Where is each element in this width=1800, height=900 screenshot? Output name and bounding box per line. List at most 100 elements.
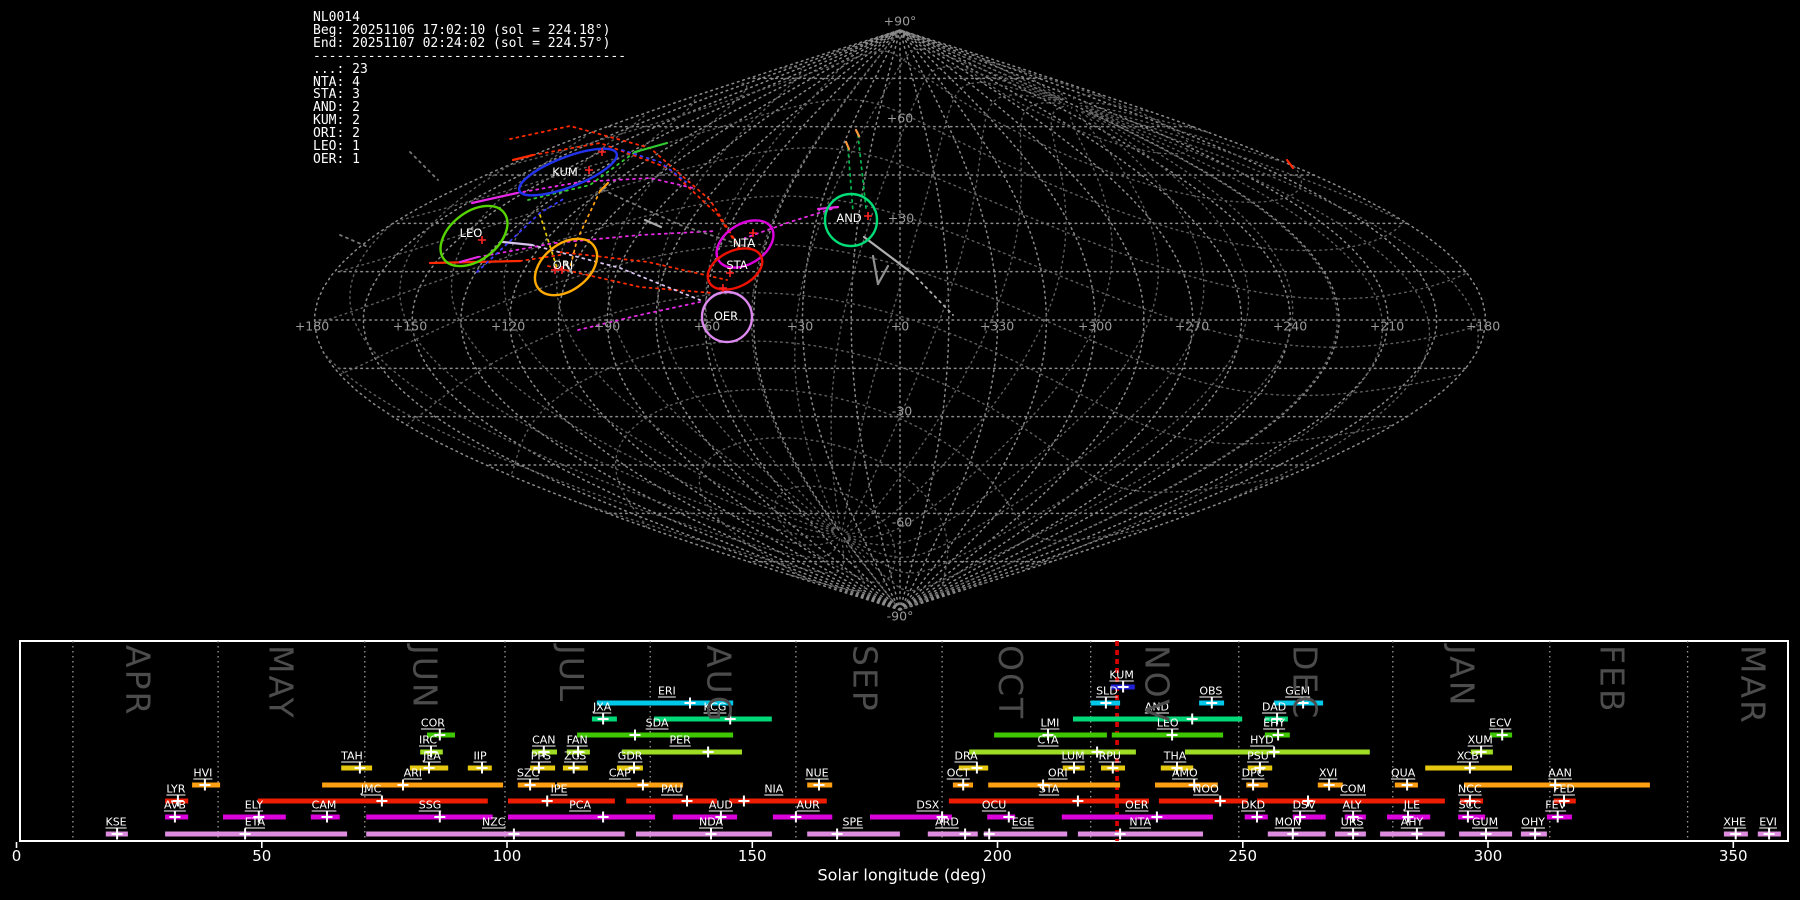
lon-label: +60 xyxy=(693,318,721,334)
shower-label-DSX: DSX xyxy=(916,798,940,812)
shower-label-ELY: ELY xyxy=(244,798,264,812)
equatorial-grid-line xyxy=(1087,109,1479,349)
shower-bar-AUR xyxy=(772,814,833,820)
x-tick-label: 50 xyxy=(252,847,272,865)
meteor-trail-solid xyxy=(876,264,890,286)
shower-peak-marker-TAH xyxy=(354,762,366,774)
shower-label-CAP: CAP xyxy=(608,766,631,780)
shower-peak-marker-AUR xyxy=(790,811,802,823)
shower-peak-marker-STA xyxy=(1072,795,1084,807)
shower-label-STA: STA xyxy=(1038,782,1060,796)
month-label-MAY: MAY xyxy=(261,645,301,720)
shower-peak-marker-MON xyxy=(1287,828,1299,840)
shower-label-AHY: AHY xyxy=(1400,815,1424,829)
shower-label-AUD: AUD xyxy=(708,798,733,812)
shower-label-IPE: IPE xyxy=(550,782,568,796)
shower-peak-marker-KUM xyxy=(1117,681,1129,693)
lon-label: +180 xyxy=(1465,318,1501,334)
lat-label: -30 xyxy=(891,403,913,419)
month-label-JUL: JUL xyxy=(552,645,592,704)
shower-peak-marker-NZC xyxy=(508,828,520,840)
shower-peak-marker-NDA xyxy=(705,828,717,840)
shower-label-KSE: KSE xyxy=(105,815,127,829)
shower-label-DAD: DAD xyxy=(1262,700,1287,714)
shower-peak-marker-SZC xyxy=(524,779,536,791)
shower-bar-SSG xyxy=(366,814,493,820)
x-tick-label: 300 xyxy=(1473,847,1503,865)
shower-label-IIP: IIP xyxy=(473,749,487,763)
shower-peak-marker-EVI xyxy=(1763,828,1775,840)
lon-label: +180 xyxy=(294,318,330,334)
shower-bar-SZC xyxy=(517,782,556,788)
lon-label: +240 xyxy=(1272,318,1308,334)
shower-label-ERI: ERI xyxy=(657,684,676,698)
shower-label-GDR: GDR xyxy=(617,749,643,763)
shower-label-OHY: OHY xyxy=(1521,815,1545,829)
lon-label: +30 xyxy=(786,318,814,334)
x-tick-label: 250 xyxy=(1228,847,1258,865)
shower-label-LYR: LYR xyxy=(166,782,186,796)
shower-label-OCT: OCT xyxy=(946,766,970,780)
shower-peak-marker-PER xyxy=(702,746,714,758)
shower-peak-marker-KSE xyxy=(111,828,123,840)
shower-label-OER: OER xyxy=(1125,798,1149,812)
shower-label-FAN: FAN xyxy=(566,733,588,747)
shower-label-KUM: KUM xyxy=(1109,668,1134,682)
x-tick-label: 150 xyxy=(737,847,767,865)
lon-label: +120 xyxy=(490,318,526,334)
shower-label-AMO: AMO xyxy=(1172,766,1198,780)
shower-label-XHE: XHE xyxy=(1723,815,1747,829)
shower-peak-marker-OCT xyxy=(957,779,969,791)
shower-peak-marker-ETA xyxy=(239,828,251,840)
shower-label-NZC: NZC xyxy=(482,815,506,829)
meteor-trail-solid xyxy=(854,128,861,138)
shower-peak-marker-CAP xyxy=(637,779,649,791)
shower-peak-marker-NUE xyxy=(813,779,825,791)
lat-label: +90° xyxy=(883,13,917,29)
shower-label-HVI: HVI xyxy=(193,766,213,780)
shower-bar-EGE xyxy=(983,831,1068,837)
equatorial-grid-line xyxy=(335,231,472,273)
lat-label: +30 xyxy=(887,210,915,226)
shower-bar-STA xyxy=(948,798,1149,804)
shower-peak-marker-ARI xyxy=(397,779,409,791)
shower-peak-marker-XVI xyxy=(1323,779,1335,791)
shower-peak-marker-SPE xyxy=(831,828,843,840)
x-tick-label: 100 xyxy=(492,847,522,865)
shower-peak-marker-IIP xyxy=(476,762,488,774)
equatorial-grid-line xyxy=(1083,106,1278,161)
shower-label-COM: COM xyxy=(1340,782,1367,796)
shower-peak-marker-EHY xyxy=(1272,729,1284,741)
meteor-trail-solid xyxy=(871,254,880,286)
shower-label-SSG: SSG xyxy=(418,798,442,812)
shower-label-OCU: OCU xyxy=(981,798,1007,812)
equatorial-grid-line xyxy=(657,66,835,530)
shower-peak-marker-URS xyxy=(1347,828,1359,840)
shower-label-NOO: NOO xyxy=(1193,782,1219,796)
month-label-SEP: SEP xyxy=(845,645,885,713)
shower-peak-marker-FEV xyxy=(1552,811,1564,823)
equatorial-grid-line xyxy=(848,109,1205,558)
plot-canvas xyxy=(15,29,1789,848)
shower-label-OBS: OBS xyxy=(1199,684,1223,698)
shower-bar-SPE xyxy=(807,831,900,837)
shower-peak-marker-EGE xyxy=(983,828,995,840)
shower-bar-JMC xyxy=(257,798,488,804)
meteor-trail-dotted xyxy=(339,234,369,248)
shower-peak-marker-IPE xyxy=(541,795,553,807)
shower-label-XVI: XVI xyxy=(1318,766,1338,780)
shower-peak-marker-ERI xyxy=(684,697,696,709)
shower-label-GUM: GUM xyxy=(1472,815,1499,829)
shower-label-THA: THA xyxy=(1163,749,1187,763)
radiant-label-ORI: ORI xyxy=(552,258,574,272)
shower-label-XCB: XCB xyxy=(1456,749,1479,763)
equatorial-grid-line xyxy=(788,540,866,592)
x-axis-title: Solar longitude (deg) xyxy=(817,865,987,885)
equatorial-grid-line xyxy=(1025,111,1384,570)
shower-label-ETA: ETA xyxy=(244,815,266,829)
shower-label-CTA: CTA xyxy=(1037,733,1059,747)
header-line: OER: 1 xyxy=(313,151,360,167)
shower-label-SDA: SDA xyxy=(645,716,669,730)
shower-label-XUM: XUM xyxy=(1467,733,1493,747)
shower-peak-marker-ARD xyxy=(959,828,971,840)
